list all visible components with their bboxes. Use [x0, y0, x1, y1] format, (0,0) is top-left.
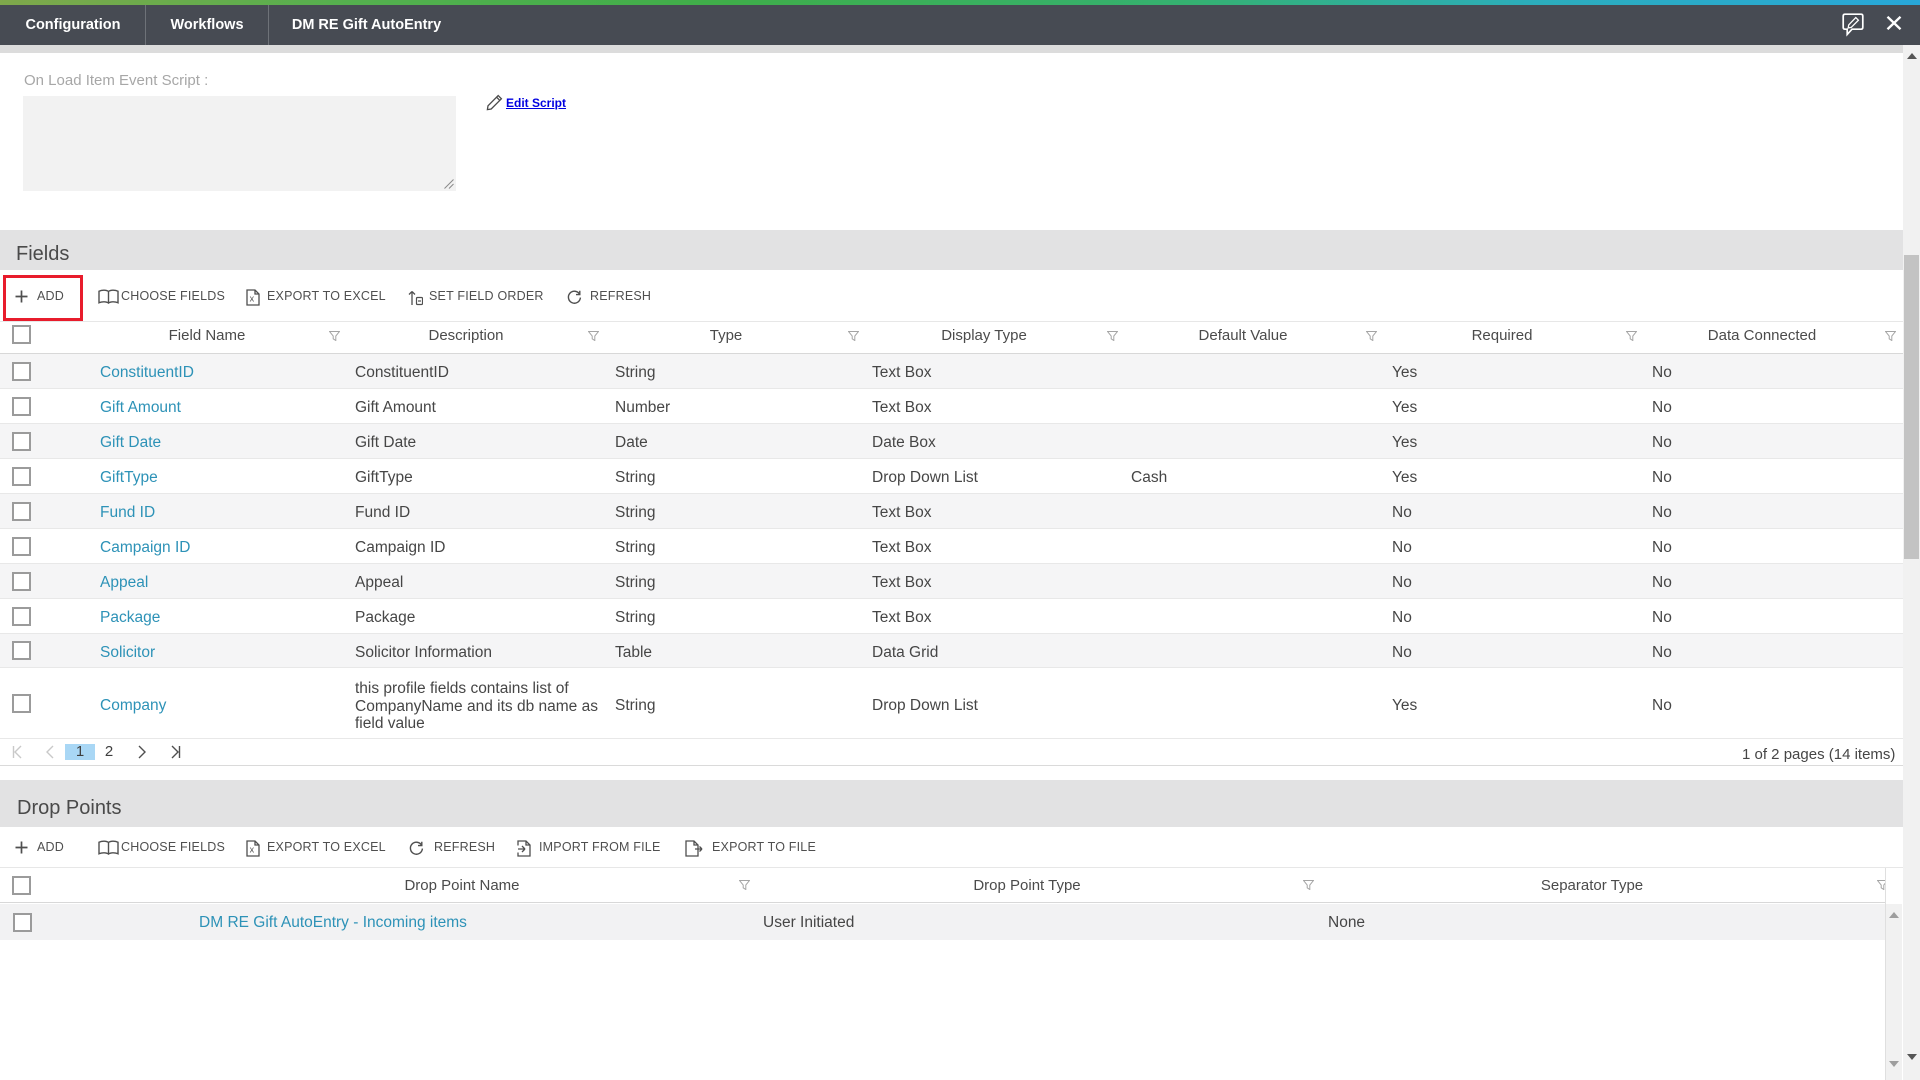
svg-text:x: x: [250, 845, 255, 855]
svg-text:x: x: [250, 294, 255, 304]
